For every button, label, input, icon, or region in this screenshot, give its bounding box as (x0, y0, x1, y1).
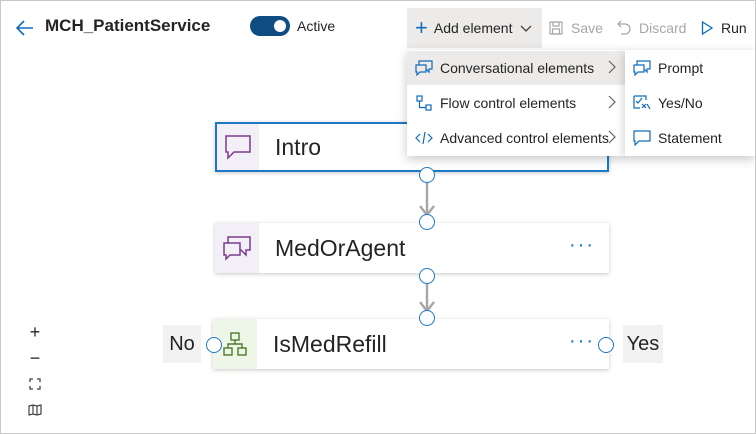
flow-node-ismedrefill[interactable]: IsMedRefill ··· (213, 319, 609, 369)
chevron-down-icon (520, 20, 540, 36)
menu-item-flow-control[interactable]: Flow control elements (407, 86, 625, 120)
flow-icon (409, 95, 439, 111)
chevron-right-icon (608, 130, 616, 147)
no-branch-port[interactable] (206, 337, 222, 353)
chevron-right-icon (608, 60, 616, 77)
zoom-in-button[interactable]: + (23, 320, 47, 344)
menu-item-prompt[interactable]: Prompt (625, 51, 755, 85)
map-icon (28, 404, 42, 416)
conversational-submenu: Prompt Yes/No Statement (625, 50, 755, 156)
back-arrow-icon[interactable] (14, 17, 36, 39)
menu-item-label: Statement (658, 130, 722, 146)
medoragent-output-port[interactable] (419, 268, 435, 284)
yes-no-icon (627, 95, 657, 111)
more-options-icon[interactable]: ··· (569, 233, 595, 257)
minimap-button[interactable] (23, 398, 47, 422)
play-icon (701, 21, 713, 35)
statement-icon (627, 130, 657, 146)
menu-item-advanced-control[interactable]: Advanced control elements (407, 121, 625, 155)
ismedrefill-input-port[interactable] (419, 310, 435, 326)
flow-designer: MCH_PatientService Active + Add element … (0, 0, 756, 434)
prompt-node-icon (215, 223, 259, 273)
node-label: Intro (275, 134, 322, 160)
zoom-out-button[interactable]: − (23, 346, 47, 370)
prompt-icon (627, 60, 657, 76)
intro-output-port[interactable] (419, 167, 435, 183)
add-element-menu: Conversational elements Flow control ele… (407, 50, 625, 156)
code-icon (409, 131, 439, 145)
branch-no-label: No (163, 325, 201, 363)
menu-item-label: Conversational elements (440, 60, 595, 76)
node-label: IsMedRefill (273, 331, 387, 357)
run-label: Run (721, 20, 747, 36)
menu-item-label: Yes/No (658, 95, 703, 111)
toggle-knob (274, 20, 286, 32)
menu-item-label: Flow control elements (440, 95, 577, 111)
conversation-icon (409, 60, 439, 76)
yes-branch-port[interactable] (598, 337, 614, 353)
more-options-icon[interactable]: ··· (569, 329, 595, 353)
branch-yes-label: Yes (623, 325, 663, 363)
save-icon (549, 21, 563, 35)
menu-item-label: Advanced control elements (440, 130, 609, 146)
bot-title: MCH_PatientService (45, 16, 211, 35)
menu-item-yes-no[interactable]: Yes/No (625, 86, 755, 120)
fit-screen-icon (29, 378, 41, 390)
menu-item-statement[interactable]: Statement (625, 121, 755, 155)
fit-to-screen-button[interactable] (23, 372, 47, 396)
run-button[interactable]: Run (701, 8, 747, 48)
flow-node-medoragent[interactable]: MedOrAgent ··· (215, 223, 609, 273)
statement-node-icon (217, 124, 259, 170)
plus-icon: + (415, 15, 428, 40)
discard-label: Discard (639, 20, 687, 36)
node-label: MedOrAgent (275, 235, 406, 261)
active-toggle[interactable] (250, 16, 290, 36)
medoragent-input-port[interactable] (419, 214, 435, 230)
save-button[interactable]: Save (549, 8, 603, 48)
chevron-right-icon (608, 95, 616, 112)
save-label: Save (571, 20, 603, 36)
add-element-label: Add element (433, 20, 513, 36)
menu-item-label: Prompt (658, 60, 704, 76)
active-label: Active (297, 18, 336, 34)
undo-icon (617, 20, 631, 35)
discard-button[interactable]: Discard (617, 8, 686, 48)
add-element-button[interactable]: + Add element (407, 8, 542, 48)
menu-item-conversational[interactable]: Conversational elements (407, 51, 625, 85)
